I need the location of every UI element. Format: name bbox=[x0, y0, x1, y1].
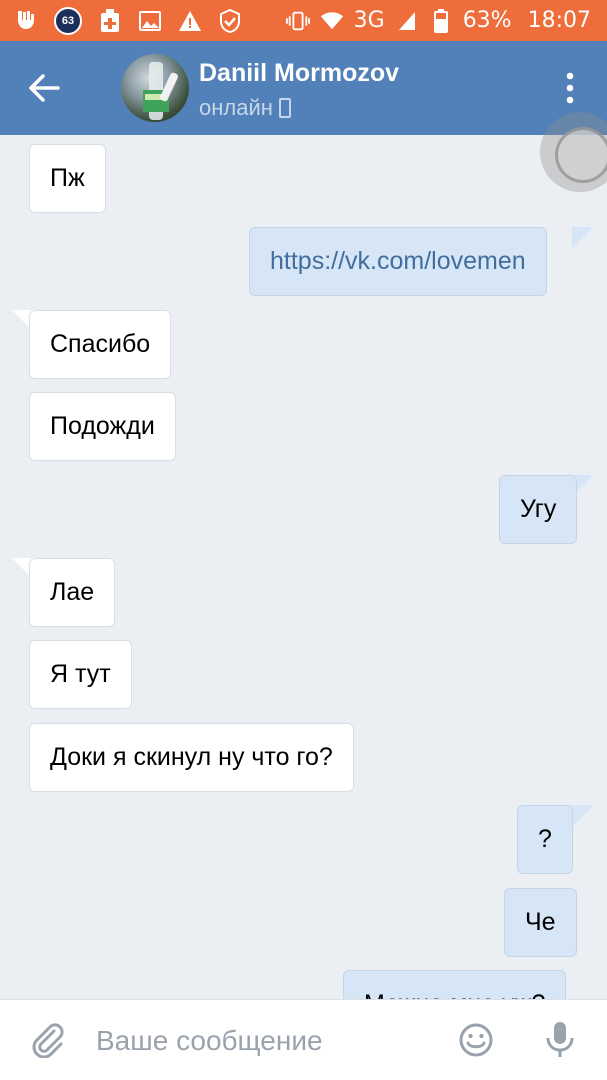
message-bubble-out-link[interactable]: https://vk.com/lovemen bbox=[249, 227, 547, 296]
message-text: Лае bbox=[50, 578, 95, 606]
shield-check-icon bbox=[218, 8, 242, 33]
message-bubble-in[interactable]: Пж bbox=[29, 144, 106, 213]
message-bubble-out[interactable]: Че bbox=[504, 888, 577, 957]
message-input[interactable] bbox=[96, 1024, 426, 1058]
message-bubble-in[interactable]: Лае bbox=[29, 558, 116, 627]
online-status: онлайн bbox=[199, 95, 291, 121]
battery-icon bbox=[429, 8, 453, 33]
network-type: 3G bbox=[353, 8, 385, 33]
message-text: ? bbox=[538, 825, 552, 853]
message-text: Доки я скинул ну что го? bbox=[50, 743, 333, 771]
clock: 18:07 bbox=[527, 8, 591, 33]
emoji-smile-icon[interactable] bbox=[458, 1022, 494, 1058]
message-composer bbox=[0, 999, 607, 1080]
message-bubble-in[interactable]: Доки я скинул ну что го? bbox=[29, 723, 354, 792]
message-bubble-out[interactable]: Угу bbox=[499, 475, 578, 544]
status-bar: 63 3G 63% 18:07 bbox=[0, 0, 607, 41]
contact-name[interactable]: Daniil Mormozov bbox=[199, 59, 399, 88]
message-bubble-out[interactable]: Можно мне уж? bbox=[343, 970, 567, 999]
signal-icon bbox=[395, 9, 419, 33]
message-text: Спасибо bbox=[50, 330, 151, 358]
notification-badge-icon: 63 bbox=[54, 6, 82, 35]
mobile-phone-icon bbox=[278, 98, 291, 118]
message-bubble-in[interactable]: Подожди bbox=[29, 392, 176, 461]
online-status-text: онлайн bbox=[199, 95, 273, 120]
more-menu-icon[interactable] bbox=[560, 71, 580, 105]
message-bubble-out[interactable]: ? bbox=[517, 805, 573, 874]
message-list[interactable]: Пж https://vk.com/lovemen Спасибо Подожд… bbox=[0, 135, 607, 999]
message-text: Можно мне уж? bbox=[364, 990, 545, 999]
attachment-clip-icon[interactable] bbox=[30, 1022, 66, 1059]
message-text: Че bbox=[525, 908, 556, 936]
chat-header: Daniil Mormozov онлайн bbox=[0, 41, 607, 135]
message-text: Подожди bbox=[50, 412, 155, 440]
medical-bag-icon bbox=[98, 8, 122, 33]
bubble-tail-out bbox=[572, 227, 594, 249]
vibrate-icon bbox=[285, 9, 310, 33]
message-text: Пж bbox=[50, 164, 85, 192]
message-text: Угу bbox=[520, 495, 557, 523]
warning-icon bbox=[178, 9, 202, 33]
battery-percent: 63% bbox=[462, 8, 512, 33]
message-link[interactable]: https://vk.com/lovemen bbox=[270, 247, 526, 275]
gallery-icon bbox=[138, 9, 162, 33]
back-arrow-icon[interactable] bbox=[26, 71, 62, 105]
bubble-tail-out bbox=[572, 805, 594, 827]
avatar[interactable] bbox=[121, 54, 189, 122]
wifi-icon bbox=[320, 9, 344, 33]
message-bubble-in[interactable]: Я тут bbox=[29, 640, 132, 709]
message-bubble-in[interactable]: Спасибо bbox=[29, 310, 172, 379]
microphone-icon[interactable] bbox=[545, 1020, 575, 1060]
hand-gesture-icon bbox=[14, 9, 38, 33]
message-text: Я тут bbox=[50, 660, 111, 688]
